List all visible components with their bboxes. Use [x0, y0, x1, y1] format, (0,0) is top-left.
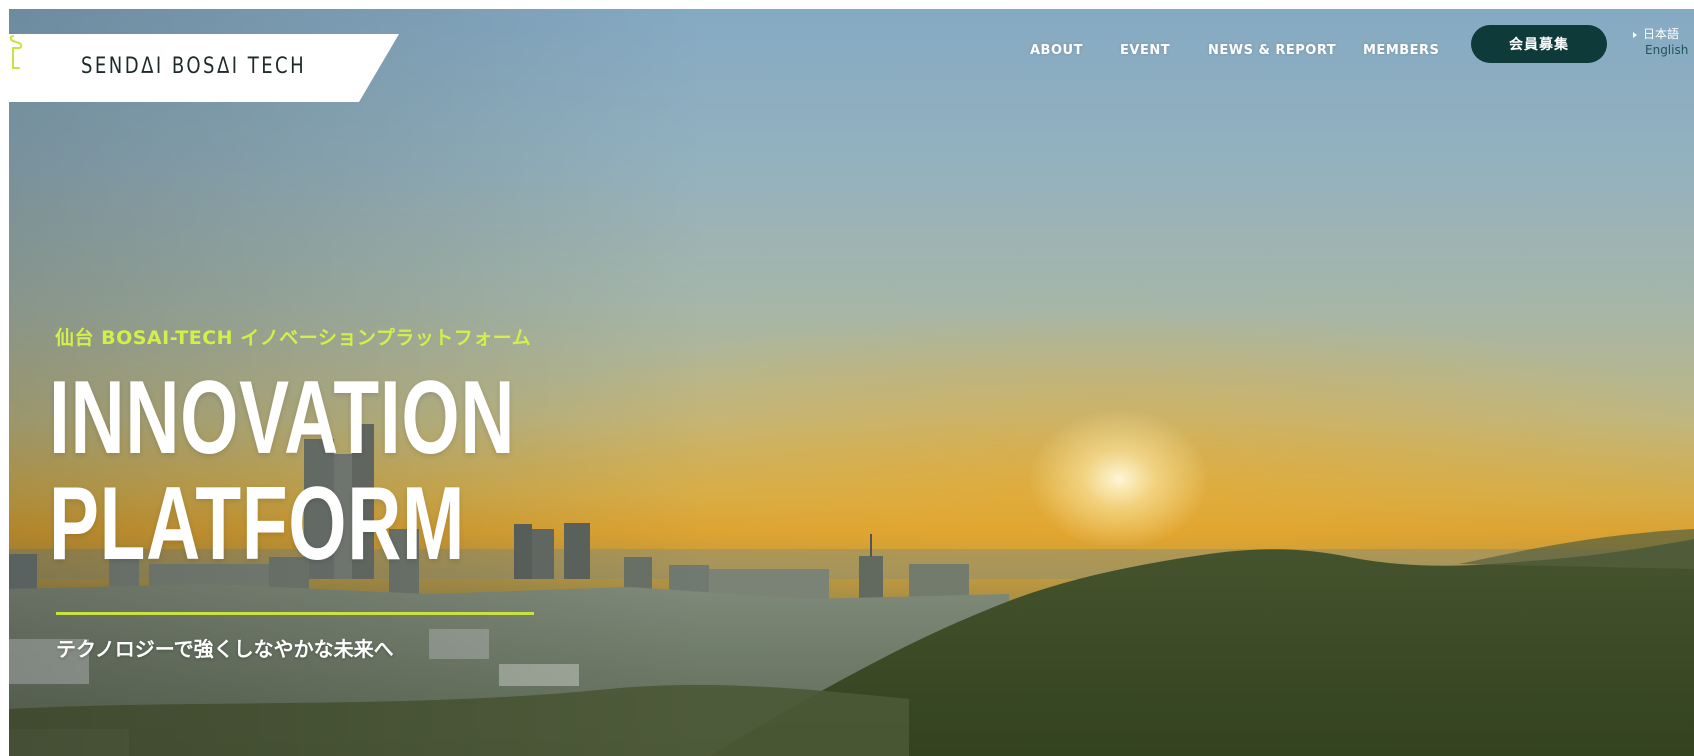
- nav-about[interactable]: ABOUT: [1030, 43, 1083, 58]
- accent-divider: [56, 612, 534, 615]
- hero-headline-line-2: PLATFORM: [49, 466, 466, 582]
- hero-eyebrow: 仙台 BOSAI-TECH イノベーションプラットフォーム: [55, 327, 532, 349]
- hero-headline-line-1: INNOVATION: [49, 360, 516, 476]
- language-japanese-link[interactable]: 日本語: [1633, 26, 1693, 42]
- page-viewport: SENDΔI BOSΔI TECH ABOUT EVENT NEWS & REP…: [9, 9, 1694, 756]
- language-english-link[interactable]: English: [1633, 42, 1693, 58]
- nav-members[interactable]: MEMBERS: [1363, 43, 1439, 58]
- hero-headline: INNOVATION PLATFORM: [49, 365, 515, 577]
- language-switcher: 日本語 English: [1633, 26, 1693, 58]
- logo-text: SENDΔI BOSΔI TECH: [81, 54, 307, 79]
- arrow-right-icon: [1633, 31, 1637, 38]
- nav-event[interactable]: EVENT: [1120, 43, 1170, 58]
- language-japanese-label: 日本語: [1643, 27, 1680, 41]
- logo-mark-icon: [9, 35, 23, 69]
- hero-tagline: テクノロジーで強くしなやかな未来へ: [56, 637, 394, 661]
- nav-news-report[interactable]: NEWS & REPORT: [1208, 43, 1336, 58]
- site-logo[interactable]: SENDΔI BOSΔI TECH: [9, 34, 399, 102]
- member-recruitment-button[interactable]: 会員募集: [1471, 25, 1607, 63]
